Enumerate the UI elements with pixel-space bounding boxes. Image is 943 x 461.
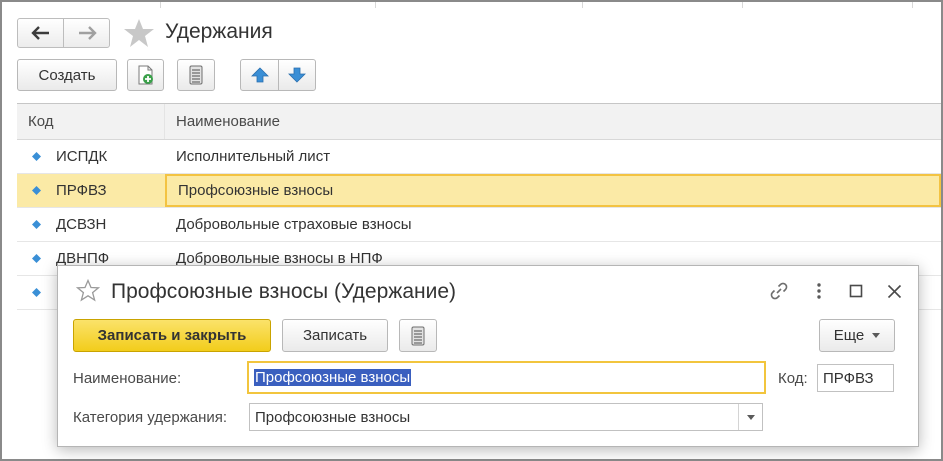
item-diamond-icon [32, 220, 41, 229]
category-select[interactable]: Профсоюзные взносы [249, 403, 763, 431]
chevron-down-icon [746, 414, 755, 420]
column-header-code[interactable]: Код [17, 104, 165, 139]
back-button[interactable] [18, 19, 63, 47]
page-title: Удержания [165, 20, 273, 43]
table-row[interactable]: ИСПДК Исполнительный лист [17, 140, 941, 174]
name-input[interactable]: Профсоюзные взносы [247, 361, 766, 394]
code-input[interactable]: ПРФВЗ [817, 364, 894, 392]
close-button[interactable] [881, 278, 907, 304]
row-name: Исполнительный лист [176, 148, 331, 165]
name-input-value: Профсоюзные взносы [254, 369, 412, 386]
code-label: Код: [778, 370, 808, 387]
table-row[interactable]: ДСВЗН Добровольные страховые взносы [17, 208, 941, 242]
category-label: Категория удержания: [73, 409, 228, 426]
more-label: Еще [833, 327, 865, 344]
category-value: Профсоюзные взносы [255, 408, 411, 426]
row-code: ИСПДК [56, 148, 108, 165]
favorite-star-icon[interactable] [76, 279, 100, 303]
deduction-dialog: Профсоюзные взносы (Удержание) Записать … [57, 265, 919, 447]
create-button[interactable]: Создать [17, 59, 117, 91]
more-actions-button[interactable] [806, 278, 832, 304]
move-down-button[interactable] [278, 60, 315, 90]
arrow-left-icon [30, 26, 49, 40]
item-diamond-icon [32, 186, 41, 195]
add-copy-icon [138, 65, 153, 85]
top-strip [2, 2, 941, 8]
save-and-close-button[interactable]: Записать и закрыть [73, 319, 271, 352]
vertical-dots-icon [817, 283, 821, 299]
category-dropdown-button[interactable] [738, 404, 762, 430]
row-code: ПРФВЗ [56, 182, 107, 199]
row-name: Добровольные страховые взносы [176, 216, 412, 233]
arrow-right-icon [78, 26, 97, 40]
app-window: Удержания Создать Код Наименование ИСПДК… [0, 0, 943, 461]
link-icon [770, 282, 788, 300]
column-header-name[interactable]: Наименование [165, 104, 280, 139]
list-settings-button[interactable] [177, 59, 215, 91]
list-icon [189, 65, 203, 85]
row-code: ДСВЗН [56, 216, 107, 233]
name-label: Наименование: [73, 370, 182, 387]
table-header: Код Наименование [17, 104, 941, 140]
more-button[interactable]: Еще [819, 319, 895, 352]
move-up-icon [250, 67, 269, 83]
copy-button[interactable] [127, 59, 164, 91]
table-row-selected[interactable]: ПРФВЗ Профсоюзные взносы [17, 174, 941, 208]
maximize-button[interactable] [843, 278, 869, 304]
link-button[interactable] [766, 278, 792, 304]
close-icon [887, 284, 901, 298]
favorite-star-icon[interactable] [123, 18, 155, 48]
item-diamond-icon [32, 288, 41, 297]
dialog-title: Профсоюзные взносы (Удержание) [111, 280, 457, 303]
move-down-icon [288, 67, 306, 83]
item-diamond-icon [32, 152, 41, 161]
row-name: Профсоюзные взносы [165, 174, 941, 207]
chevron-down-icon [872, 333, 881, 338]
list-icon [411, 326, 425, 345]
move-up-button[interactable] [241, 60, 278, 90]
list-settings-button[interactable] [399, 319, 437, 352]
forward-button[interactable] [63, 19, 109, 47]
move-buttons [240, 59, 316, 91]
item-diamond-icon [32, 254, 41, 263]
maximize-icon [849, 284, 863, 298]
navigation-buttons [17, 18, 110, 48]
save-button[interactable]: Записать [282, 319, 388, 352]
